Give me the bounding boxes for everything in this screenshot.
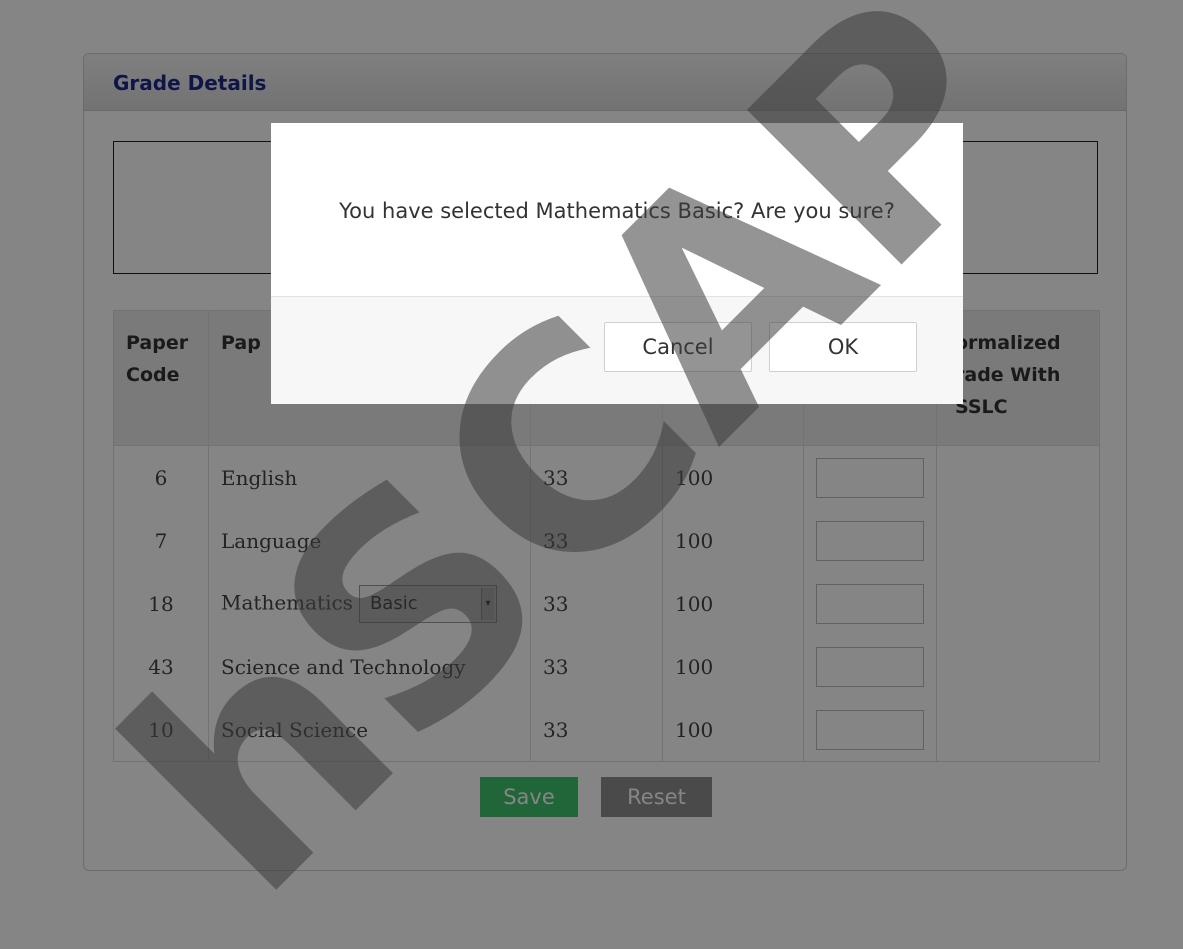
ok-button[interactable]: OK [769,322,917,372]
confirm-dialog: You have selected Mathematics Basic? Are… [271,123,963,404]
cancel-button[interactable]: Cancel [604,322,752,372]
dialog-footer: Cancel OK [271,296,963,404]
dialog-message: You have selected Mathematics Basic? Are… [339,199,895,223]
